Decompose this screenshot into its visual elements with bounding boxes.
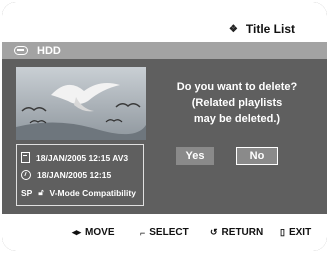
info-compat: V-Mode Compatibility <box>49 188 136 198</box>
dialog-line1: Do you want to delete? <box>176 81 298 93</box>
yes-button[interactable]: Yes <box>176 147 214 165</box>
enter-icon: ⌐ <box>140 227 146 238</box>
info-mode-row: SP 🔓︎ V-Mode Compatibility <box>21 188 136 198</box>
footer-select: ⌐ SELECT <box>140 214 189 251</box>
recording-icon <box>21 152 30 163</box>
title-info-box: 18/JAN/2005 12:15 AV3 18/JAN/2005 12:15 … <box>16 144 144 206</box>
diamond-icon: ❖ <box>228 23 238 35</box>
clock-icon <box>21 170 31 180</box>
footer-move: ◂▸ MOVE <box>72 214 115 251</box>
source-bar: HDD <box>2 42 327 59</box>
info-recorded: 18/JAN/2005 12:15 AV3 <box>36 152 129 163</box>
page-title: Title List <box>245 22 295 36</box>
title-thumbnail <box>16 67 146 140</box>
footer-return-label: RETURN <box>221 227 264 238</box>
title-wrap: ❖ Title List <box>229 22 295 36</box>
exit-icon: ▯ <box>280 227 285 237</box>
info-recorded-row: 18/JAN/2005 12:15 AV3 <box>21 152 128 163</box>
left-right-arrows-icon: ◂▸ <box>72 227 82 237</box>
info-time: 18/JAN/2005 12:15 <box>37 170 112 180</box>
screen-frame: ❖ Title List HDD 18/JAN/2005 12:15 AV3 1… <box>2 2 327 251</box>
seagulls-thumbnail <box>16 67 146 140</box>
lock-icon: 🔓︎ <box>38 188 44 197</box>
dialog-line3: may be deleted.) <box>193 113 281 125</box>
info-time-row: 18/JAN/2005 12:15 <box>21 170 111 180</box>
return-icon: ↺ <box>210 227 218 237</box>
footer-select-label: SELECT <box>149 227 189 238</box>
footer-move-label: MOVE <box>85 227 115 238</box>
info-mode: SP <box>21 188 33 198</box>
footer-bar: ◂▸ MOVE ⌐ SELECT ↺ RETURN ▯ EXIT <box>2 214 327 251</box>
hdd-icon <box>14 46 28 55</box>
delete-dialog: Do you want to delete? (Related playlist… <box>162 79 312 127</box>
dialog-line2: (Related playlists <box>191 97 283 109</box>
footer-exit-label: EXIT <box>288 227 312 238</box>
source-label: HDD <box>37 44 61 57</box>
no-button[interactable]: No <box>236 147 278 165</box>
header: ❖ Title List <box>2 2 327 42</box>
footer-exit: ▯ EXIT <box>280 214 311 251</box>
footer-return: ↺ RETURN <box>210 214 263 251</box>
